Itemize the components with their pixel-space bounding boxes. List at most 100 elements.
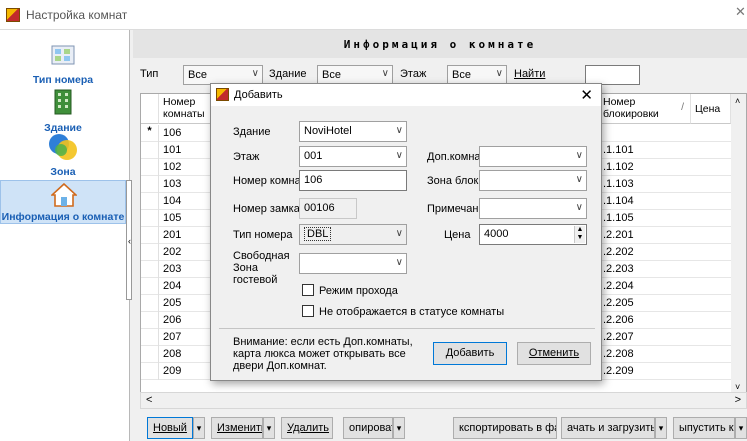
new-dropdown-button[interactable]: ▾: [193, 417, 205, 439]
type-filter-label: Тип: [140, 68, 159, 80]
cancel-button[interactable]: Отменить: [517, 342, 591, 365]
chevron-down-icon: ∨: [395, 150, 403, 161]
window-titlebar: Настройка комнат ✕: [0, 0, 747, 30]
cell-lock: .1.102: [603, 161, 634, 173]
sidebar-item-building[interactable]: Здание: [0, 89, 126, 134]
room-type-select[interactable]: DBL ∨: [299, 224, 407, 245]
floor-select-value: 001: [304, 150, 323, 162]
chevron-down-icon: ∨: [251, 68, 259, 79]
table-horizontal-scrollbar[interactable]: < >: [140, 392, 747, 409]
copy-dropdown-button[interactable]: ▾: [393, 417, 405, 439]
spin-arrows-icon[interactable]: ▲ ▼: [574, 226, 585, 243]
pass-mode-label: Режим прохода: [319, 285, 398, 297]
row-indicator: *: [141, 125, 159, 142]
page-title: Информация о комнате: [343, 38, 537, 51]
cell-lock: .1.101: [603, 144, 634, 156]
row-indicator: [141, 346, 159, 363]
new-button[interactable]: Новый: [147, 417, 193, 439]
sidebar: Тип номера Здание Зона Информация о комн…: [0, 30, 132, 441]
table-row-header: [141, 94, 159, 124]
row-indicator: [141, 244, 159, 261]
guest-zone-select[interactable]: ∨: [299, 253, 407, 274]
sort-icon: /: [681, 101, 684, 113]
extra-room-label: Доп.комнат: [427, 151, 486, 163]
cell-lock: .2.207: [603, 331, 634, 343]
action-bar: Новый ▾ Изменить ▾ Удалить опировать ▾ к…: [133, 410, 747, 441]
scroll-right-icon[interactable]: >: [735, 394, 741, 406]
add-room-dialog: Добавить ✕ Здание NoviHotel ∨ Этаж 001 ∨…: [210, 83, 602, 381]
building-label: Здание: [233, 126, 271, 138]
cell-room: 204: [163, 280, 182, 292]
sidebar-item-room-type[interactable]: Тип номера: [0, 42, 126, 86]
column-header-price[interactable]: Цена: [691, 94, 731, 124]
row-indicator: [141, 227, 159, 244]
chevron-down-icon: ∨: [575, 202, 583, 213]
cell-lock: .2.208: [603, 348, 634, 360]
floor-select[interactable]: 001 ∨: [299, 146, 407, 167]
room-number-input[interactable]: 106: [299, 170, 407, 191]
scroll-left-icon[interactable]: <: [146, 394, 152, 406]
sidebar-item-label: Зона: [50, 166, 76, 178]
floor-filter-label: Этаж: [400, 68, 427, 80]
price-spinner[interactable]: 4000 ▲ ▼: [479, 224, 587, 245]
room-type-label: Тип номера: [233, 229, 293, 241]
collapse-arrow-icon[interactable]: ‹: [128, 236, 131, 246]
row-indicator: [141, 261, 159, 278]
row-indicator: [141, 193, 159, 210]
column-header-lock[interactable]: Номер блокировки /: [599, 94, 691, 124]
scroll-down-icon[interactable]: ˅: [735, 382, 740, 392]
table-vertical-scrollbar[interactable]: ˄ ˅: [731, 94, 746, 392]
cell-lock: .2.206: [603, 314, 634, 326]
row-indicator: [141, 312, 159, 329]
lock-number-field: 00106: [299, 198, 357, 219]
column-header-room[interactable]: Номер комнаты: [159, 94, 211, 124]
scroll-up-icon[interactable]: ˄: [735, 96, 740, 106]
dialog-titlebar: Добавить ✕: [211, 84, 601, 106]
copy-button[interactable]: опировать: [343, 417, 393, 439]
chevron-down-icon: ∨: [575, 174, 583, 185]
building-filter-value: Все: [322, 69, 341, 81]
delete-button[interactable]: Удалить: [281, 417, 333, 439]
dialog-close-button[interactable]: ✕: [580, 86, 593, 104]
window-close-button[interactable]: ✕: [735, 4, 747, 20]
edit-button[interactable]: Изменить: [211, 417, 263, 439]
floor-filter-value: Все: [452, 69, 471, 81]
find-label: Найти: [514, 68, 546, 80]
extra-room-select[interactable]: ∨: [479, 146, 587, 167]
note-select[interactable]: ∨: [479, 198, 587, 219]
print-upload-button[interactable]: ачать и загрузить в: [561, 417, 655, 439]
cell-lock: .1.103: [603, 178, 634, 190]
issue-card-button[interactable]: ыпустить кар: [673, 417, 735, 439]
hide-status-checkbox[interactable]: [302, 305, 314, 317]
sidebar-item-room-info[interactable]: Информация о комнате: [0, 180, 126, 224]
sidebar-item-zone[interactable]: Зона: [0, 134, 126, 178]
floor-filter-select[interactable]: Все ∨: [447, 65, 507, 85]
export-button[interactable]: кспортировать в фай: [453, 417, 557, 439]
cell-lock: .2.202: [603, 246, 634, 258]
cell-lock: .1.105: [603, 212, 634, 224]
cell-room: 105: [163, 212, 182, 224]
issue-card-dropdown-button[interactable]: ▾: [735, 417, 747, 439]
row-indicator: [141, 278, 159, 295]
cell-lock: .2.205: [603, 297, 634, 309]
print-dropdown-button[interactable]: ▾: [655, 417, 667, 439]
building-filter-select[interactable]: Все ∨: [317, 65, 393, 85]
cell-room: 102: [163, 161, 182, 173]
chevron-down-icon: ∨: [381, 68, 389, 79]
cell-lock: .2.203: [603, 263, 634, 275]
type-filter-select[interactable]: Все ∨: [183, 65, 263, 85]
edit-dropdown-button[interactable]: ▾: [263, 417, 275, 439]
page-header: Информация о комнате: [133, 30, 747, 58]
cell-room: 202: [163, 246, 182, 258]
pass-mode-checkbox[interactable]: [302, 284, 314, 296]
block-zone-select[interactable]: ∨: [479, 170, 587, 191]
extra-room-notice: Внимание: если есть Доп.комнаты, карта л…: [233, 336, 413, 372]
chevron-down-icon: ∨: [395, 125, 403, 136]
building-select[interactable]: NoviHotel ∨: [299, 121, 407, 142]
chevron-down-icon: ∨: [395, 228, 403, 239]
find-input[interactable]: [585, 65, 640, 85]
note-label: Примечани: [427, 203, 485, 215]
dialog-divider: [219, 328, 595, 329]
sidebar-item-label: Тип номера: [32, 74, 94, 86]
add-button[interactable]: Добавить: [433, 342, 507, 365]
